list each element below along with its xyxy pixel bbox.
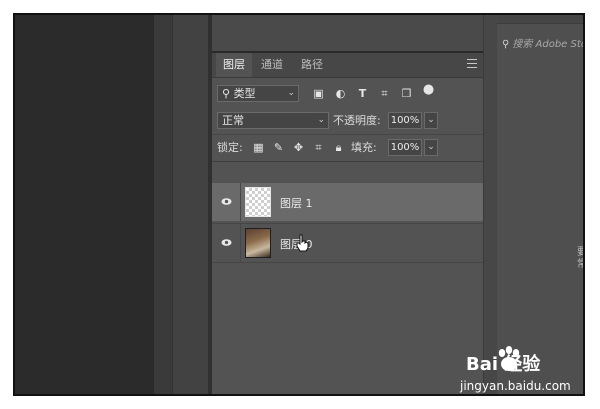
blend-mode-value: 正常 <box>222 114 244 127</box>
layer-row[interactable]: 图层 0 <box>212 223 483 263</box>
layer-thumbnail <box>245 228 271 258</box>
toggle-filter-icon[interactable]: ● <box>422 83 435 96</box>
panel-top-area <box>212 15 483 51</box>
filter-label: 类型 <box>233 87 256 100</box>
image-filter-icon[interactable]: ▣ <box>312 87 325 100</box>
tab-channels[interactable]: 通道 <box>254 53 290 77</box>
lock-all-icon[interactable]: 🔒︎ <box>332 141 345 154</box>
layer-separator <box>240 224 241 262</box>
lock-transparent-pixels-icon[interactable]: ▦ <box>252 141 265 154</box>
panel-gutter <box>154 15 172 394</box>
libraries-hint-text: 要 常 <box>577 247 583 271</box>
screenshot-frame: 图层 通道 路径 ⚲ 类型 ⌄ ▣ ◐ T ⌗ ❐ ● 正常 ⌄ 不透明度: 1… <box>0 0 600 409</box>
fill-dropdown-icon[interactable]: ⌄ <box>424 139 438 156</box>
libraries-panel: ⚲搜索 Adobe Stock 要 常 <box>497 15 583 394</box>
layer-row[interactable]: 图层 1 <box>212 183 483 221</box>
opacity-input[interactable]: 100% <box>388 112 422 129</box>
lock-label: 锁定: <box>217 141 243 154</box>
layers-panel: 图层 通道 路径 ⚲ 类型 ⌄ ▣ ◐ T ⌗ ❐ ● 正常 ⌄ 不透明度: 1… <box>212 53 483 394</box>
shape-filter-icon[interactable]: ⌗ <box>378 87 391 100</box>
layer-name[interactable]: 图层 1 <box>280 195 313 211</box>
adjustment-filter-icon[interactable]: ◐ <box>334 87 347 100</box>
blend-mode-select[interactable]: 正常 ⌄ <box>217 112 329 129</box>
filter-row: ⚲ 类型 ⌄ ▣ ◐ T ⌗ ❐ ● <box>212 81 483 107</box>
chevron-down-icon: ⌄ <box>287 88 295 98</box>
photoshop-window: 图层 通道 路径 ⚲ 类型 ⌄ ▣ ◐ T ⌗ ❐ ● 正常 ⌄ 不透明度: 1… <box>13 13 585 396</box>
lock-position-icon[interactable]: ✥ <box>292 141 305 154</box>
tab-layers[interactable]: 图层 <box>216 53 252 77</box>
layer-thumbnail <box>245 187 271 217</box>
fill-input[interactable]: 100% <box>388 139 422 156</box>
artboard-nesting-icon[interactable]: ⌗ <box>312 141 325 154</box>
hand-cursor-icon <box>296 234 309 252</box>
search-icon: ⚲ <box>222 87 231 100</box>
canvas-area <box>15 15 154 394</box>
tab-paths[interactable]: 路径 <box>294 53 330 77</box>
baidu-jingyan-watermark: Bai 经验 jingyan.baidu.com <box>450 346 590 402</box>
stock-search-placeholder: 搜索 Adobe Stock <box>512 39 583 50</box>
panel-menu-icon[interactable] <box>467 59 477 69</box>
chevron-down-icon: ⌄ <box>317 115 325 125</box>
eye-icon[interactable] <box>221 196 232 207</box>
smart-object-filter-icon[interactable]: ❐ <box>400 87 413 100</box>
lock-row: 锁定: ▦ ✎ ✥ ⌗ 🔒︎ 填充: 100% ⌄ <box>212 135 483 162</box>
blend-row: 正常 ⌄ 不透明度: 100% ⌄ <box>212 108 483 135</box>
layer-separator <box>240 183 241 221</box>
libraries-top-strip <box>497 15 583 24</box>
collapsed-panel-dock <box>172 15 209 394</box>
type-filter-icon[interactable]: T <box>356 87 369 100</box>
opacity-dropdown-icon[interactable]: ⌄ <box>424 112 438 129</box>
watermark-url: jingyan.baidu.com <box>460 379 571 393</box>
panel-scrollbar[interactable] <box>483 15 498 394</box>
lock-image-pixels-icon[interactable]: ✎ <box>272 141 285 154</box>
watermark-brand: Bai 经验 <box>466 354 541 375</box>
fill-label: 填充: <box>351 141 377 154</box>
stock-search-input[interactable]: ⚲搜索 Adobe Stock <box>502 35 583 50</box>
eye-icon[interactable] <box>221 237 232 248</box>
panel-tab-bar: 图层 通道 路径 <box>212 53 483 78</box>
opacity-label: 不透明度: <box>333 114 381 127</box>
search-icon: ⚲ <box>502 39 510 50</box>
layer-filter-select[interactable]: ⚲ 类型 ⌄ <box>217 85 299 102</box>
